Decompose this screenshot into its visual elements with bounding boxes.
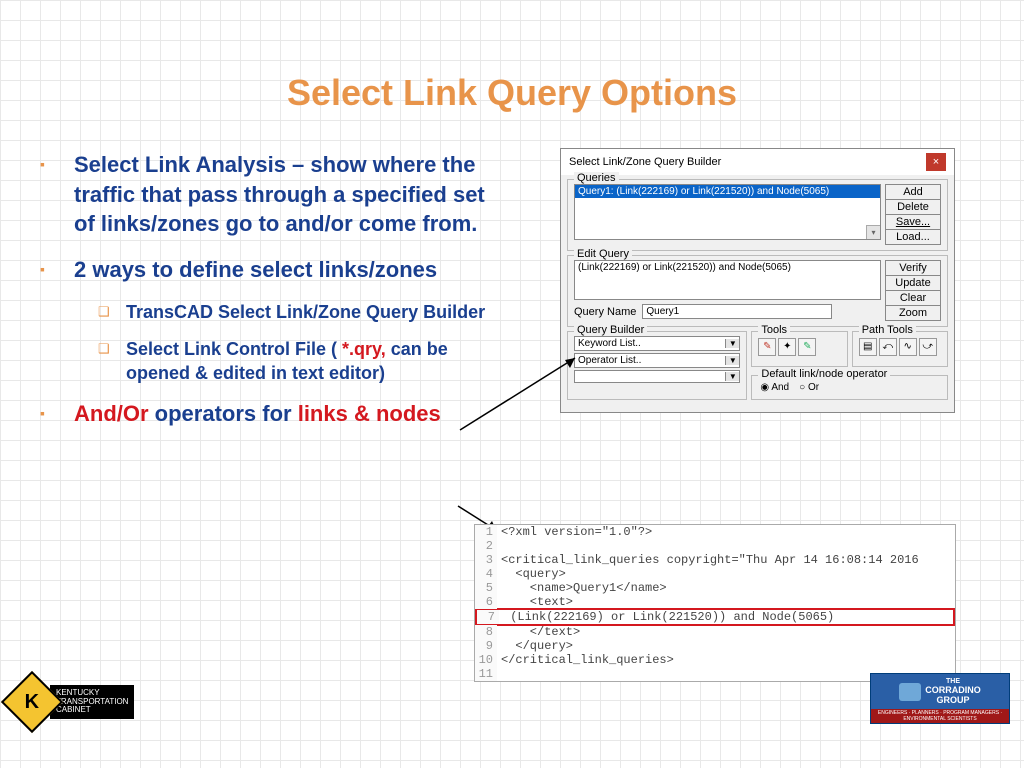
- tool-icon[interactable]: ✎: [798, 338, 816, 356]
- bullet-3: And/Or operators for links & nodes: [74, 399, 441, 429]
- query-item-selected[interactable]: Query1: (Link(222169) or Link(221520)) a…: [575, 185, 880, 198]
- path-tool-icon[interactable]: ▤: [859, 338, 877, 356]
- tools-label: Tools: [758, 324, 790, 336]
- operator-list-combo[interactable]: Operator List..▼: [574, 353, 740, 368]
- bullet-marker: ▪: [40, 399, 74, 429]
- bullet-1: Select Link Analysis – show where the tr…: [74, 150, 510, 239]
- sub-bullet-marker: ❑: [98, 338, 126, 385]
- verify-button[interactable]: Verify: [885, 260, 941, 276]
- path-tools-label: Path Tools: [859, 324, 916, 336]
- chevron-down-icon: ▼: [725, 339, 739, 348]
- highlighted-query-line: 7 (Link(222169) or Link(221520)) and Nod…: [475, 608, 955, 626]
- query-builder-label: Query Builder: [574, 324, 647, 336]
- path-tool-icon[interactable]: ⤻: [919, 338, 937, 356]
- path-tool-icon[interactable]: ∿: [899, 338, 917, 356]
- edit-query-textarea[interactable]: (Link(222169) or Link(221520)) and Node(…: [574, 260, 881, 300]
- keyword-list-combo[interactable]: Keyword List..▼: [574, 336, 740, 351]
- slide-title: Select Link Query Options: [0, 0, 1024, 114]
- dialog-title: Select Link/Zone Query Builder: [569, 156, 721, 168]
- sub-bullet-marker: ❑: [98, 301, 126, 324]
- empty-combo[interactable]: ▼: [574, 370, 740, 383]
- query-builder-dialog: Select Link/Zone Query Builder × Queries…: [560, 148, 955, 413]
- queries-listbox[interactable]: Query1: (Link(222169) or Link(221520)) a…: [574, 184, 881, 240]
- path-tool-icon[interactable]: ⤺: [879, 338, 897, 356]
- kentucky-logo: K KENTUCKY TRANSPORTATION CABINET: [10, 680, 134, 724]
- tool-icon[interactable]: ✎: [758, 338, 776, 356]
- edit-query-label: Edit Query: [574, 248, 632, 260]
- add-button[interactable]: Add: [885, 184, 941, 200]
- or-radio[interactable]: ○ Or: [799, 382, 819, 393]
- clear-button[interactable]: Clear: [885, 290, 941, 306]
- tool-icon[interactable]: ✦: [778, 338, 796, 356]
- update-button[interactable]: Update: [885, 275, 941, 291]
- query-name-label: Query Name: [574, 306, 636, 318]
- xml-code-panel: 1<?xml version="1.0"?> 2 3<critical_link…: [474, 524, 956, 682]
- query-name-input[interactable]: Query1: [642, 304, 832, 319]
- scroll-down-icon[interactable]: ▾: [866, 225, 880, 239]
- bullet-marker: ▪: [40, 150, 74, 239]
- load-button[interactable]: Load...: [885, 229, 941, 245]
- and-radio[interactable]: ◉ And: [760, 382, 789, 393]
- close-button[interactable]: ×: [926, 153, 946, 171]
- bullet-marker: ▪: [40, 255, 74, 285]
- delete-button[interactable]: Delete: [885, 199, 941, 215]
- chevron-down-icon: ▼: [725, 356, 739, 365]
- chevron-down-icon: ▼: [725, 372, 739, 381]
- save-button[interactable]: Save...: [885, 214, 941, 230]
- queries-label: Queries: [574, 172, 619, 184]
- zoom-button[interactable]: Zoom: [885, 305, 941, 321]
- globe-icon: [899, 683, 921, 701]
- bullet-2: 2 ways to define select links/zones: [74, 255, 437, 285]
- corradino-logo: THE CORRADINO GROUP ENGINEERS · PLANNERS…: [870, 673, 1010, 724]
- bullet-list: ▪ Select Link Analysis – show where the …: [40, 150, 510, 445]
- bullet-2a: TransCAD Select Link/Zone Query Builder: [126, 301, 485, 324]
- default-operator-label: Default link/node operator: [758, 368, 890, 380]
- bullet-2b: Select Link Control File ( *.qry, can be…: [126, 338, 510, 385]
